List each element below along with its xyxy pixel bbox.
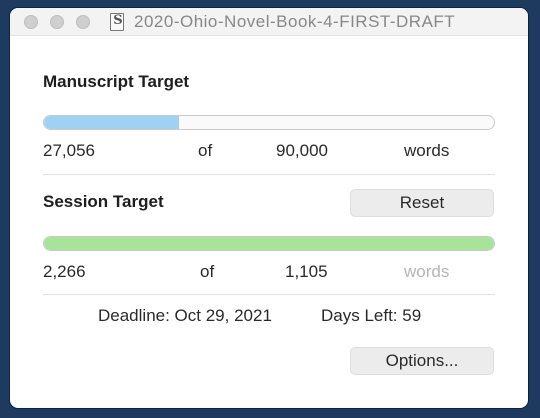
session-target-count[interactable]: 1,105: [285, 262, 328, 282]
document-icon-glyph: S: [113, 13, 123, 28]
session-current-count: 2,266: [43, 262, 86, 281]
manuscript-unit-label[interactable]: words: [404, 141, 449, 161]
manuscript-target-heading: Manuscript Target: [43, 72, 190, 91]
session-target-heading: Session Target: [43, 192, 164, 211]
minimize-window-button[interactable]: [50, 15, 64, 29]
close-window-button[interactable]: [24, 15, 38, 29]
days-left-text: Days Left: 59: [321, 306, 422, 325]
deadline-text: Deadline: Oct 29, 2021: [98, 306, 272, 325]
scrivener-document-icon: S: [110, 13, 124, 31]
session-progress-bar: [43, 236, 495, 251]
reset-button[interactable]: Reset: [350, 189, 494, 217]
session-of-label: of: [200, 262, 215, 281]
title-bar[interactable]: S 2020-Ohio-Novel-Book-4-FIRST-DRAFT: [10, 8, 528, 36]
manuscript-current-count: 27,056: [43, 141, 95, 160]
separator: [43, 294, 495, 295]
session-unit-label[interactable]: words: [404, 262, 449, 282]
window-title: 2020-Ohio-Novel-Book-4-FIRST-DRAFT: [134, 12, 456, 31]
manuscript-progress-bar: [43, 115, 495, 130]
separator: [43, 174, 495, 175]
manuscript-progress-fill: [44, 116, 179, 129]
manuscript-target-count[interactable]: 90,000: [276, 141, 328, 161]
options-button[interactable]: Options...: [350, 347, 494, 375]
project-targets-window: S 2020-Ohio-Novel-Book-4-FIRST-DRAFT Man…: [10, 8, 528, 408]
manuscript-of-label: of: [198, 141, 213, 160]
session-progress-fill: [44, 237, 494, 250]
zoom-window-button[interactable]: [76, 15, 90, 29]
